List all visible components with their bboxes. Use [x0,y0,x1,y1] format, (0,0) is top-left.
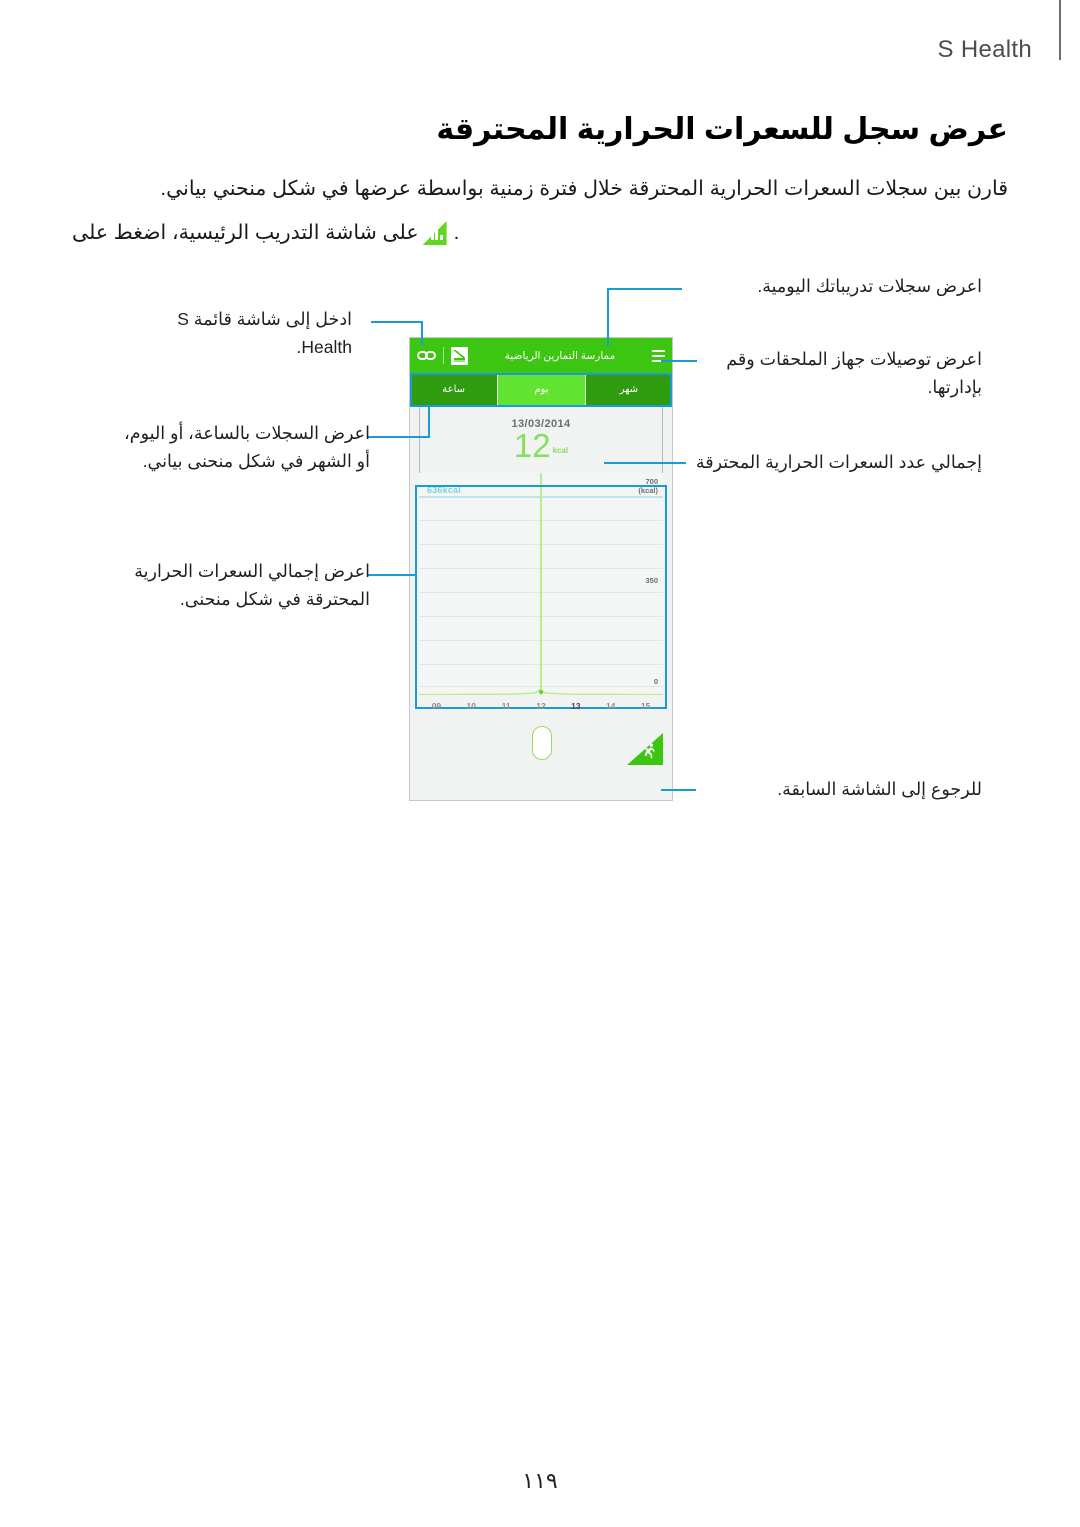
callout-daily-logs: اعرض سجلات تدريباتك اليومية. [757,276,982,296]
y-axis-max-label: 700 (kcal) [638,477,658,495]
app-bar-divider [443,347,444,364]
x-tick-0[interactable]: 09 [419,701,454,711]
runner-icon [644,743,655,759]
bar-chart-icon [422,221,447,245]
app-bar: ممارسة التمارين الرياضية [410,338,672,373]
x-tick-2[interactable]: 11 [489,701,524,711]
connector-tabs-h [367,436,430,438]
selected-data-point [539,690,543,694]
connector-tabs-v [428,407,430,438]
tab-month[interactable]: شهر [584,373,672,405]
summary-value-unit: kcal [552,446,569,455]
callout-total-burned: إجمالي عدد السعرات الحرارية المحترقة [695,452,982,472]
phone-mockup: ممارسة التمارين الرياضية شهر يوم ساعة 13… [409,337,673,801]
connector-total-h [604,462,686,464]
intro-paragraph-1: قارن بين سجلات السعرات الحرارية المحترقة… [160,177,1008,200]
connector-curve-h [367,574,417,576]
selected-day-pill [532,726,552,760]
x-tick-3[interactable]: 12 [524,701,559,711]
accessory-link-icon[interactable] [417,349,436,363]
calories-chart[interactable]: 636kcal 700 (kcal) 350 0 [419,473,663,695]
app-bar-title: ممارسة التمارين الرياضية [504,349,616,362]
header-divider [1059,0,1061,60]
callout-period-tabs: اعرض السجلات بالساعة، أو اليوم، أو الشهر… [124,423,370,471]
tab-hour[interactable]: ساعة [410,373,498,405]
x-tick-1[interactable]: 10 [454,701,489,711]
connector-menu-v [421,321,423,345]
summary-value-number: 12 [513,427,551,464]
x-tick-6[interactable]: 15 [628,701,663,711]
intro-paragraph-2-text: على شاشة التدريب الرئيسية، اضغط على [72,221,419,244]
callout-total-curve: اعرض إجمالي السعرات الحرارية المحترقة في… [134,561,370,609]
connector-accessories-h [661,360,697,362]
x-tick-4-selected[interactable]: 13 [558,701,593,711]
summary-value: 12 kcal [513,427,569,464]
page-header: S Health [0,0,1080,92]
connector-menu-h [371,321,423,323]
page-number: ١١٩ [522,1468,558,1493]
intro-paragraph-2: . على شاشة التدريب الرئيسية، اضغط على [72,216,1008,250]
callout-menu: ادخل إلى شاشة قائمة S Health. [177,309,352,357]
tab-day[interactable]: يوم [497,373,585,405]
y-axis-mid-label: 350 [645,576,658,585]
callout-back: للرجوع إلى الشاشة السابقة. [777,779,982,799]
page-header-title: S Health [937,36,1032,63]
exercise-log-icon[interactable] [451,346,468,365]
x-axis: 09 10 11 12 13 14 15 [419,695,663,760]
app-bar-actions [417,346,468,365]
goal-line-label: 636kcal [427,485,461,495]
connector-back-h [661,789,696,791]
connector-logs-v [607,288,609,346]
intro-paragraph-2-suffix: . [453,221,460,244]
period-tab-bar: شهر يوم ساعة [410,373,672,405]
x-tick-5[interactable]: 14 [593,701,628,711]
callout-accessories: اعرض توصيلات جهاز الملحقات وقم بإدارتها. [726,349,982,397]
page-title: عرض سجل للسعرات الحرارية المحترقة [436,113,1008,146]
connector-logs-h [607,288,682,290]
selected-day-marker [539,473,543,695]
